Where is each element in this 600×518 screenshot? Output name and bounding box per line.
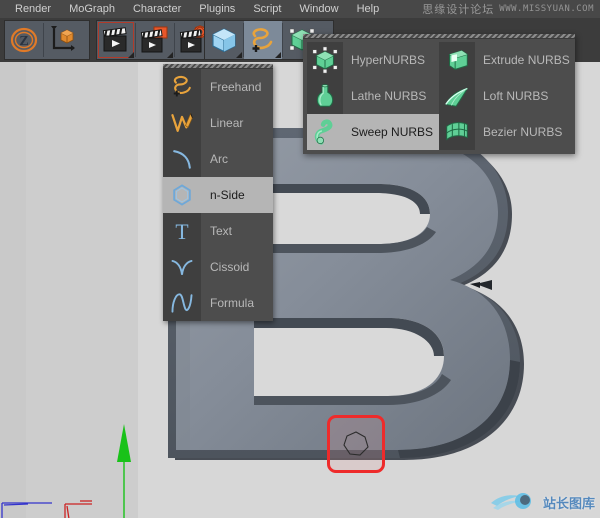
nside-spline-highlight	[327, 415, 385, 473]
spline-menu-label: n-Side	[201, 188, 273, 202]
lathe-nurbs-icon	[307, 78, 343, 114]
spline-linear-icon	[163, 105, 201, 141]
spline-menu-item-text[interactable]: T Text	[163, 213, 273, 249]
render-to-picture-viewer-button[interactable]	[136, 21, 174, 59]
zbrush-z-logo-icon: Z	[9, 25, 39, 55]
spline-cissoid-icon	[163, 249, 201, 285]
nurbs-menu-label: HyperNURBS	[343, 53, 439, 67]
spline-nside-icon	[163, 177, 201, 213]
menu-item-help[interactable]: Help	[348, 0, 389, 18]
y-axis-arrow	[117, 424, 131, 462]
z-axis-marker	[2, 503, 52, 518]
axis-cube-icon	[48, 25, 78, 55]
spline-tool-flyout[interactable]: Freehand Linear Arc	[163, 64, 273, 321]
loft-nurbs-icon	[439, 78, 475, 114]
nurbs-menu-label: Loft NURBS	[475, 89, 571, 103]
spline-menu-item-arc[interactable]: Arc	[163, 141, 273, 177]
toolbar-group-app: Z	[4, 20, 90, 60]
render-view-clapper-icon	[100, 25, 132, 55]
hypernurbs-icon	[307, 42, 343, 78]
nurbs-menu-label: Bezier NURBS	[475, 125, 571, 139]
cube-primitive-icon	[209, 25, 239, 55]
nurbs-menu-label: Lathe NURBS	[343, 89, 439, 103]
menu-bar: Render MoGraph Character Plugins Script …	[0, 0, 600, 18]
nurbs-menu-item-lathe-nurbs[interactable]: Lathe NURBS	[307, 78, 439, 114]
site-logo-text: 站长图库	[543, 493, 595, 512]
spline-text-icon: T	[163, 213, 201, 249]
nurbs-menu-item-loft-nurbs[interactable]: Loft NURBS	[439, 78, 571, 114]
nurbs-left-column: HyperNURBS Lathe NURBS	[307, 42, 439, 150]
nurbs-menu-label: Sweep NURBS	[343, 125, 439, 139]
spline-formula-icon	[163, 285, 201, 321]
menu-item-render[interactable]: Render	[6, 0, 60, 18]
sweep-nurbs-icon	[307, 114, 343, 150]
menu-item-script[interactable]: Script	[244, 0, 290, 18]
render-view-button[interactable]	[97, 21, 135, 59]
flyout-corner-marker	[275, 52, 281, 58]
spline-menu-label: Text	[201, 224, 273, 238]
nurbs-menu-item-bezier-nurbs[interactable]: Bezier NURBS	[439, 114, 571, 150]
nurbs-menu-label: Extrude NURBS	[475, 53, 571, 67]
menu-item-window[interactable]: Window	[290, 0, 347, 18]
spline-menu-label: Formula	[201, 296, 273, 310]
watermark: 思缘设计论坛 WWW.MISSYUAN.COM	[422, 1, 594, 17]
flame-comet-icon	[489, 489, 541, 515]
flyout-corner-marker	[128, 52, 134, 58]
spline-freehand-icon	[247, 25, 279, 55]
spline-menu-item-formula[interactable]: Formula	[163, 285, 273, 321]
nurbs-tool-flyout[interactable]: HyperNURBS Lathe NURBS	[303, 34, 575, 154]
cinema4d-window: Render MoGraph Character Plugins Script …	[0, 0, 600, 518]
spline-menu-item-n-side[interactable]: n-Side	[163, 177, 273, 213]
x-axis-marker	[65, 501, 92, 518]
svg-text:Z: Z	[19, 34, 28, 49]
menu-item-plugins[interactable]: Plugins	[190, 0, 244, 18]
bezier-nurbs-icon	[439, 114, 475, 150]
spline-menu-item-cissoid[interactable]: Cissoid	[163, 249, 273, 285]
menu-item-mograph[interactable]: MoGraph	[60, 0, 124, 18]
n-side-polygon-spline-icon	[341, 429, 371, 459]
watermark-url-text: WWW.MISSYUAN.COM	[499, 4, 594, 14]
nurbs-right-column: Extrude NURBS Loft NURBS	[439, 42, 571, 150]
spline-menu-item-freehand[interactable]: Freehand	[163, 69, 273, 105]
flyout-corner-marker	[236, 52, 242, 58]
nurbs-menu-item-hypernurbs[interactable]: HyperNURBS	[307, 42, 439, 78]
spline-arc-icon	[163, 141, 201, 177]
spline-menu-label: Linear	[201, 116, 273, 130]
spline-menu-label: Cissoid	[201, 260, 273, 274]
flyout-corner-marker	[167, 52, 173, 58]
zbrush-bridge-button[interactable]: Z	[5, 21, 43, 59]
spline-menu-label: Freehand	[201, 80, 273, 94]
coordinate-system-button[interactable]	[44, 21, 82, 59]
spline-objects-button[interactable]	[244, 21, 282, 59]
render-picture-clapper-icon	[139, 25, 171, 55]
watermark-chinese-text: 思缘设计论坛	[422, 1, 494, 17]
svg-text:T: T	[175, 220, 188, 244]
spline-freehand-icon	[163, 69, 201, 105]
menu-item-character[interactable]: Character	[124, 0, 190, 18]
nurbs-menu-item-extrude-nurbs[interactable]: Extrude NURBS	[439, 42, 571, 78]
spline-menu-label: Arc	[201, 152, 273, 166]
nurbs-menu-item-sweep-nurbs[interactable]: Sweep NURBS	[307, 114, 439, 150]
site-logo: 站长图库	[489, 489, 595, 515]
extrude-nurbs-icon	[439, 42, 475, 78]
spline-menu-item-linear[interactable]: Linear	[163, 105, 273, 141]
primitive-objects-button[interactable]	[205, 21, 243, 59]
